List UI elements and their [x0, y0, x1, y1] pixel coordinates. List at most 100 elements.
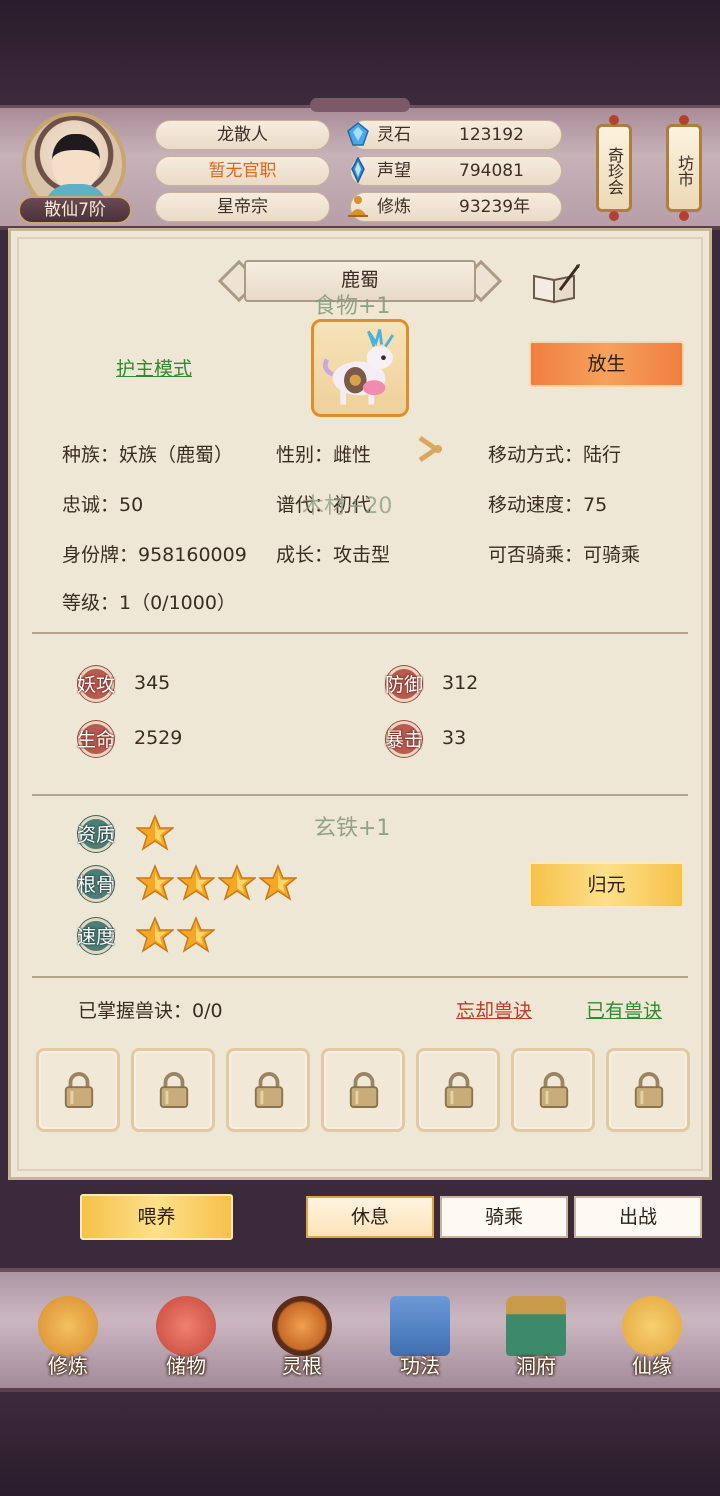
resource-label: 声望 — [377, 161, 411, 181]
star-icon — [134, 814, 176, 852]
resource-label: 修炼 — [377, 197, 411, 217]
rename-book-icon[interactable] — [530, 262, 582, 306]
stat-value-defense: 312 — [442, 672, 479, 694]
tab-ride[interactable]: 骑乘 — [440, 1196, 568, 1238]
aptitude-label: 资质 — [76, 824, 115, 846]
nav-label: 修炼 — [48, 1354, 88, 1378]
feed-button[interactable]: 喂养 — [80, 1194, 233, 1240]
mastered-skills-count: 已掌握兽诀：0/0 — [78, 1000, 223, 1022]
technique-book-icon — [390, 1296, 450, 1356]
divider — [32, 794, 688, 796]
skill-slot[interactable] — [131, 1048, 215, 1132]
stat-label: 防御 — [384, 674, 423, 696]
storage-bag-icon — [156, 1296, 216, 1356]
top-ornament — [310, 98, 410, 112]
tab-battle[interactable]: 出战 — [574, 1196, 702, 1238]
prestige-crystal-icon — [351, 157, 365, 183]
resource-label: 灵石 — [377, 125, 411, 145]
stars-talent — [134, 814, 176, 852]
reset-aptitude-button[interactable]: 归元 — [529, 862, 684, 908]
nav-label: 灵根 — [282, 1354, 322, 1378]
stars-speed — [134, 916, 217, 954]
nav-label: 功法 — [400, 1354, 440, 1378]
aptitude-badge-speed: 速度 — [74, 914, 118, 958]
info-growth: 成长：攻击型 — [276, 544, 391, 566]
info-move-speed: 移动速度：75 — [488, 494, 608, 516]
star-icon — [134, 916, 176, 954]
info-level: 等级：1（0/1000） — [62, 592, 236, 614]
sect-name: 星帝宗 — [155, 192, 330, 222]
deer-pet-icon — [322, 329, 395, 405]
stat-badge-crit: 暴击 — [382, 717, 426, 761]
stat-label: 生命 — [76, 729, 115, 751]
star-icon — [175, 916, 217, 954]
market-button[interactable]: 坊市 — [666, 115, 702, 221]
star-icon — [175, 864, 217, 902]
skill-slot[interactable] — [511, 1048, 595, 1132]
resource-cultivation: 修炼 93239年 — [348, 192, 562, 222]
nav-label: 储物 — [166, 1354, 206, 1378]
stat-badge-defense: 防御 — [382, 662, 426, 706]
guard-mode-link[interactable]: 护主模式 — [116, 354, 192, 381]
nav-cave-mansion[interactable]: 洞府 — [488, 1290, 584, 1386]
stat-value-crit: 33 — [442, 727, 467, 749]
stars-bone — [134, 864, 299, 902]
info-gender: 性别：雌性 — [276, 444, 372, 466]
info-race: 种族：妖族（鹿蜀） — [62, 444, 234, 466]
nav-technique[interactable]: 功法 — [372, 1290, 468, 1386]
owned-skills-link[interactable]: 已有兽诀 — [586, 996, 662, 1023]
resource-value: 93239年 — [459, 197, 531, 217]
divider — [32, 976, 688, 978]
nav-label: 仙缘 — [632, 1354, 672, 1378]
meditation-icon — [348, 196, 368, 217]
rank-badge: 散仙7阶 — [18, 196, 132, 224]
spirit-root-icon — [272, 1296, 332, 1356]
star-icon — [134, 864, 176, 902]
float-wood-gain: 木材+20 — [302, 494, 393, 519]
star-icon — [216, 864, 258, 902]
spirit-stone-icon — [347, 122, 369, 146]
skill-slot[interactable] — [321, 1048, 405, 1132]
tab-rest[interactable]: 休息 — [306, 1196, 434, 1238]
release-button[interactable]: 放生 — [529, 341, 684, 387]
resource-value: 794081 — [459, 161, 524, 181]
divider — [32, 632, 688, 634]
player-name: 龙散人 — [155, 120, 330, 150]
skill-slot[interactable] — [606, 1048, 690, 1132]
stat-label: 暴击 — [384, 729, 423, 751]
info-id-tag: 身份牌：958160009 — [62, 544, 247, 566]
skill-slot[interactable] — [416, 1048, 500, 1132]
forget-skill-link[interactable]: 忘却兽诀 — [456, 996, 532, 1023]
aptitude-label: 速度 — [76, 926, 115, 948]
stat-label: 妖攻 — [76, 674, 115, 696]
treasure-fair-button[interactable]: 奇珍会 — [596, 115, 632, 221]
nav-destiny[interactable]: 仙缘 — [604, 1290, 700, 1386]
cultivate-icon — [38, 1296, 98, 1356]
nav-spirit-root[interactable]: 灵根 — [254, 1290, 350, 1386]
pet-portrait — [311, 319, 409, 417]
nav-label: 洞府 — [516, 1354, 556, 1378]
tab-label: 骑乘 — [484, 1206, 523, 1228]
gender-arrow-icon[interactable] — [414, 434, 446, 464]
resource-value: 123192 — [459, 125, 524, 145]
stat-value-hp: 2529 — [134, 727, 183, 749]
official-post: 暂无官职 — [155, 156, 330, 186]
aptitude-badge-talent: 资质 — [74, 812, 118, 856]
skill-slot[interactable] — [36, 1048, 120, 1132]
nav-cultivate[interactable]: 修炼 — [20, 1290, 116, 1386]
star-icon — [257, 864, 299, 902]
cave-mansion-icon — [506, 1296, 566, 1356]
aptitude-label: 根骨 — [76, 874, 115, 896]
resource-prestige: 声望 794081 — [350, 156, 562, 186]
tab-label: 休息 — [350, 1206, 389, 1228]
resource-spirit-stone: 灵石 123192 — [347, 120, 562, 150]
aptitude-badge-bone: 根骨 — [74, 862, 118, 906]
nav-storage[interactable]: 储物 — [138, 1290, 234, 1386]
skill-slot[interactable] — [226, 1048, 310, 1132]
destiny-gourd-icon — [622, 1296, 682, 1356]
float-food-gain: 食物+1 — [314, 294, 391, 319]
tab-label: 出战 — [618, 1206, 657, 1228]
stat-badge-hp: 生命 — [74, 717, 118, 761]
stat-badge-attack: 妖攻 — [74, 662, 118, 706]
stat-value-attack: 345 — [134, 672, 171, 694]
